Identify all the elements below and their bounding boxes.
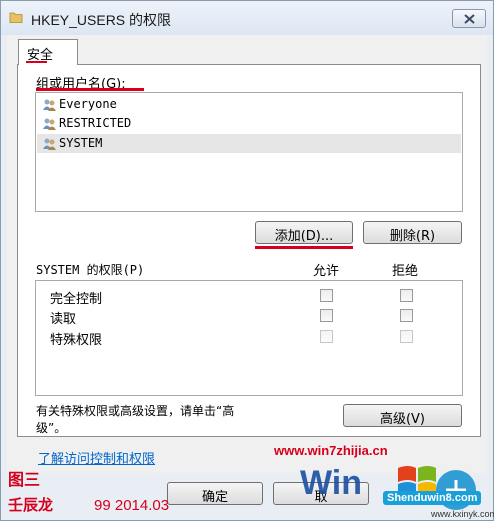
annotation-underline bbox=[36, 88, 144, 91]
window-title: HKEY_USERS 的权限 bbox=[31, 12, 172, 28]
permissions-dialog: HKEY_USERS 的权限 安全 组或用户名(G): Everyone RES… bbox=[0, 0, 494, 521]
tab-security[interactable]: 安全 bbox=[18, 39, 78, 65]
svg-text:Win: Win bbox=[300, 464, 362, 502]
annotation-underline bbox=[255, 246, 353, 249]
permission-row: 读取 bbox=[36, 305, 462, 327]
close-button[interactable] bbox=[452, 9, 486, 28]
groups-listbox[interactable]: Everyone RESTRICTED SYSTEM bbox=[35, 92, 463, 212]
permissions-list: 完全控制 读取 特殊权限 bbox=[35, 280, 463, 396]
advanced-note-line2: 级”。 bbox=[36, 421, 67, 435]
add-button[interactable]: 添加(D)... bbox=[255, 221, 353, 244]
users-icon bbox=[43, 138, 56, 150]
list-item-label: RESTRICTED bbox=[59, 116, 132, 130]
signature-date: 99 2014.03 bbox=[94, 497, 170, 514]
list-item[interactable]: Everyone bbox=[37, 95, 461, 114]
permission-row: 特殊权限 bbox=[36, 326, 462, 348]
list-item-label: SYSTEM bbox=[59, 136, 103, 150]
allow-header: 允许 bbox=[313, 264, 340, 279]
advanced-note-line1: 有关特殊权限或高级设置，请单击“高 bbox=[36, 404, 235, 418]
deny-checkbox[interactable] bbox=[400, 309, 413, 322]
figure-label: 图三 bbox=[8, 470, 41, 489]
title-bar[interactable]: HKEY_USERS 的权限 bbox=[1, 1, 493, 35]
permission-name: 特殊权限 bbox=[50, 333, 103, 348]
list-item-label: Everyone bbox=[59, 97, 117, 111]
list-item[interactable]: SYSTEM bbox=[37, 134, 461, 153]
permission-name: 读取 bbox=[50, 312, 77, 327]
shenduwin-watermark: Shenduwin8.com bbox=[383, 491, 482, 505]
folder-icon bbox=[9, 12, 23, 23]
users-icon bbox=[43, 99, 56, 111]
access-control-help-link[interactable]: 了解访问控制和权限 bbox=[38, 448, 155, 467]
annotation-underline bbox=[26, 61, 47, 63]
close-icon bbox=[464, 14, 475, 24]
deny-checkbox[interactable] bbox=[400, 289, 413, 302]
allow-checkbox[interactable] bbox=[320, 309, 333, 322]
users-icon bbox=[43, 118, 56, 130]
ok-button[interactable]: 确定 bbox=[167, 482, 263, 505]
advanced-button-label: 高级(V) bbox=[379, 412, 426, 427]
remove-button-label: 删除(R) bbox=[389, 229, 436, 244]
list-item[interactable]: RESTRICTED bbox=[37, 114, 461, 133]
deny-header: 拒绝 bbox=[392, 264, 419, 279]
deny-checkbox bbox=[400, 330, 413, 343]
ok-button-label: 确定 bbox=[201, 490, 228, 505]
permissions-label: SYSTEM 的权限(P) bbox=[36, 263, 145, 277]
signature: 壬辰龙 bbox=[8, 496, 54, 514]
allow-checkbox bbox=[320, 330, 333, 343]
add-button-label: 添加(D)... bbox=[274, 229, 334, 244]
allow-checkbox[interactable] bbox=[320, 289, 333, 302]
remove-button[interactable]: 删除(R) bbox=[363, 221, 462, 244]
advanced-button[interactable]: 高级(V) bbox=[343, 404, 462, 427]
kxinyk-watermark: www.kxinyk.com bbox=[431, 509, 494, 519]
permission-row: 完全控制 bbox=[36, 285, 462, 307]
